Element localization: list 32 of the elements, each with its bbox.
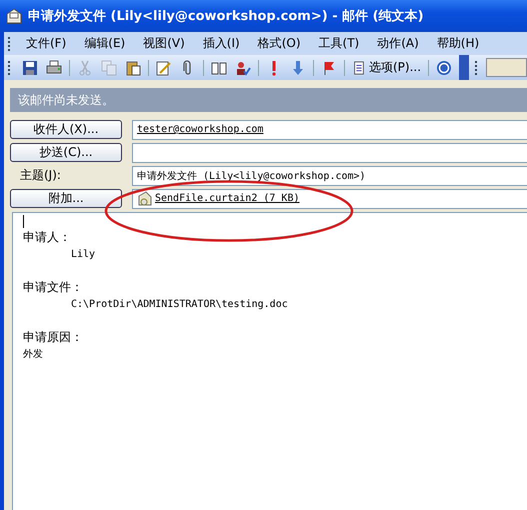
- body-text: 申请人：: [23, 229, 72, 246]
- info-bar: 该邮件尚未发送。: [10, 88, 527, 112]
- options-button[interactable]: 选项(P)...: [349, 57, 424, 78]
- body-text: 申请原因：: [23, 329, 84, 346]
- menu-item[interactable]: 视图(V): [134, 35, 194, 52]
- input-field[interactable]: 申请外发文件 (Lily<lily@coworkshop.com>): [132, 166, 527, 186]
- menu-item[interactable]: 编辑(E): [75, 35, 134, 52]
- menu-item[interactable]: 插入(I): [194, 35, 249, 52]
- menu-item[interactable]: 格式(O): [248, 35, 310, 52]
- field-button[interactable]: 抄送(C)...: [10, 143, 122, 162]
- field-button[interactable]: 附加...: [10, 189, 122, 208]
- menu-item[interactable]: 文件(F): [17, 35, 76, 52]
- menu-item[interactable]: 工具(T): [310, 35, 368, 52]
- input-field[interactable]: tester@coworkshop.com: [132, 120, 527, 140]
- message-body[interactable]: 申请人： Lily 申请文件： C:\ProtDir\ADMINISTRATOR\testing.doc 申请原因： 外发: [12, 212, 527, 510]
- input-field[interactable]: [132, 142, 527, 162]
- field-label: 主题(J):: [19, 167, 62, 184]
- body-text: 申请文件：: [23, 279, 84, 296]
- document-icon: [352, 60, 366, 74]
- file-icon: [137, 190, 153, 206]
- attachment-link[interactable]: SendFile.curtain2 (7 KB): [155, 193, 300, 204]
- envelope-icon: [6, 8, 22, 24]
- toolbar-field[interactable]: [486, 58, 527, 77]
- field-button[interactable]: 收件人(X)...: [10, 120, 122, 139]
- attachment-field[interactable]: SendFile.curtain2 (7 KB): [132, 188, 527, 208]
- menu-item[interactable]: 帮助(H): [428, 35, 488, 52]
- menu-item[interactable]: 动作(A): [368, 35, 428, 52]
- overflow-button[interactable]: [459, 55, 470, 80]
- window-title: 申请外发文件 (Lily<lily@coworkshop.com>) - 邮件 (纯文本): [28, 8, 424, 25]
- body-text: C:\ProtDir\ADMINISTRATOR\testing.doc: [70, 298, 289, 312]
- body-text: Lily: [70, 248, 96, 262]
- body-text: 外发: [23, 348, 44, 362]
